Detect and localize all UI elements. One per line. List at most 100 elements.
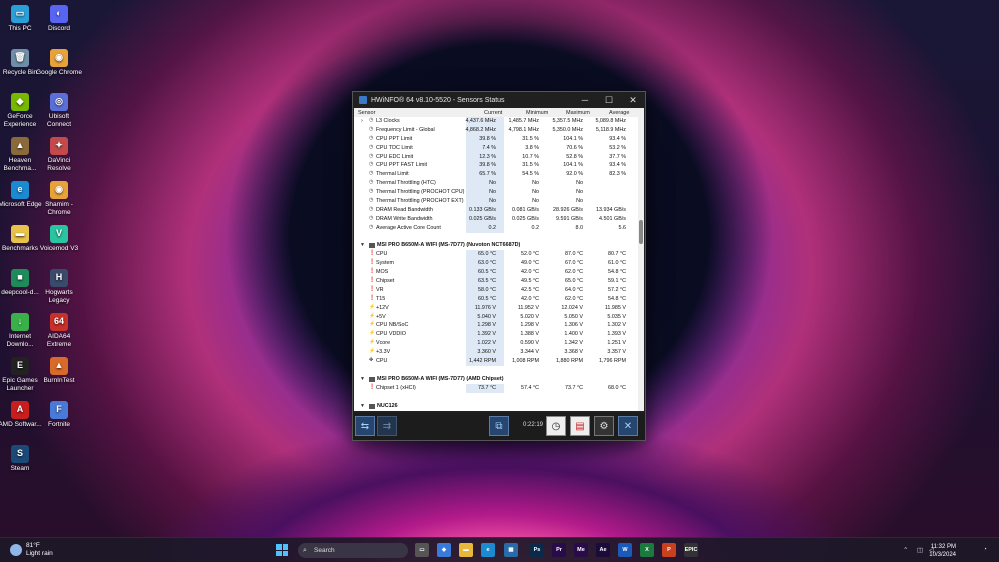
vertical-scrollbar[interactable] (638, 108, 644, 411)
sensor-row[interactable]: ◷ Thermal Throttling (HTC) No No No (354, 179, 640, 189)
sensor-row[interactable]: ◷ CPU PPT Limit 39.8 % 31.5 % 104.1 % 93.4 % (354, 134, 640, 144)
temperature-icon: ❗ (369, 285, 376, 292)
sensor-row[interactable]: ◷ Frequency Limit - Global 4,868.2 MHz 4,79… (354, 125, 640, 135)
sensor-row[interactable]: ✤ CPU 1,442 RPM 1,008 RPM 1,880 RPM 1,796 RPM (354, 357, 640, 366)
sensor-row[interactable]: ❗ System 63.0 °C 49.0 °C 67.0 °C 61.0 °C (354, 259, 640, 269)
desktop-icon[interactable]: ✦ DaVinci Resolve (36, 137, 82, 172)
maximize-button[interactable]: ☐ (597, 92, 621, 108)
sensor-row[interactable]: ⚡ CPU NB/SoC 1.298 V 1.298 V 1.306 V 1.302 V (354, 321, 640, 331)
column-average[interactable]: Average (609, 110, 629, 116)
switch-layout-button[interactable]: ⇉ (377, 416, 397, 436)
hwinfo-app-icon (359, 96, 367, 104)
network-button[interactable]: ⧉ (489, 416, 509, 436)
column-minimum[interactable]: Minimum (526, 110, 548, 116)
start-button[interactable] (276, 544, 288, 556)
close-sensors-button[interactable]: ✕ (618, 416, 638, 436)
sensor-group-header[interactable]: ▼ MSI PRO B650M-A WIFI (MS-7D77) (AMD Chi… (354, 375, 640, 384)
expand-arrow-icon[interactable]: › (361, 118, 363, 124)
sensor-row[interactable]: ❗ T15 60.5 °C 42.0 °C 62.0 °C 54.8 °C (354, 294, 640, 304)
column-current[interactable]: Current (484, 110, 502, 116)
minimum-value: No (532, 189, 539, 196)
desktop-icon[interactable]: ◉ Shamim - Chrome (36, 181, 82, 216)
sensor-row[interactable]: ◷ Average Active Core Count 0.2 0.2 8.0 5.6 (354, 223, 640, 233)
minimum-value: 0.2 (531, 224, 540, 231)
sensor-row[interactable]: ⚡ +12V 11.976 V 11.952 V 12.024 V 11.985 V (354, 303, 640, 313)
sensor-row[interactable]: ⚡ Vcore 1.022 V 0.590 V 1.342 V 1.251 V (354, 339, 640, 349)
minimum-value: 42.0 °C (520, 295, 539, 302)
maximum-value: 12.024 V (561, 304, 583, 311)
taskbar-app-icon[interactable]: P (662, 543, 676, 557)
file-explorer-icon[interactable]: ▬ (459, 543, 473, 557)
minimum-value: 1.388 V (520, 331, 539, 338)
store-taskbar-icon[interactable]: ▦ (504, 543, 518, 557)
desktop-icon[interactable]: ▲ BurnInTest (36, 357, 82, 385)
sensor-row[interactable]: ❗ Chipset 1 (xHCI) 73.7 °C 57.4 °C 73.7 °C 68… (354, 383, 640, 393)
minimum-value: 49.0 °C (520, 260, 539, 267)
settings-button[interactable]: ⚙ (594, 416, 614, 436)
sensor-row[interactable]: ◷ CPU EDC Limit 12.3 % 10.7 % 52.8 % 37.7 % (354, 152, 640, 162)
sensor-row[interactable]: ❗ Chipset 63.5 °C 49.5 °C 65.0 °C 59.1 °C (354, 277, 640, 286)
voltage-icon: ⚡ (369, 348, 376, 355)
sensor-group-header[interactable]: ▼ NUC126 (354, 402, 640, 411)
scrollbar-thumb[interactable] (639, 220, 643, 244)
sensor-row[interactable]: ⚡ +5V 5.040 V 5.020 V 5.050 V 5.035 V (354, 312, 640, 322)
column-maximum[interactable]: Maximum (566, 110, 590, 116)
clock-button[interactable]: ◷ (546, 416, 566, 436)
taskbar-app-icon[interactable]: EPIC (684, 543, 698, 557)
weather-widget[interactable]: 81°F Light rain (10, 542, 53, 558)
maximum-value: 28.926 GB/s (553, 206, 583, 213)
system-clock[interactable]: 11:32 PM 10/3/2024 (929, 543, 956, 559)
collapse-arrow-icon[interactable]: ▼ (360, 242, 365, 248)
desktop-icon[interactable]: H Hogwarts Legacy (36, 269, 82, 304)
copilot-icon[interactable]: ◆ (437, 543, 451, 557)
edge-taskbar-icon[interactable]: e (481, 543, 495, 557)
network-tray-icon[interactable]: ◫ (917, 546, 923, 554)
close-button[interactable]: ✕ (621, 92, 645, 108)
sensor-group-header[interactable]: ▼ MSI PRO B650M-A WIFI (MS-7D77) (Nuvoton… (354, 241, 640, 250)
sensor-row[interactable]: ◷ Thermal Limit 65.7 % 54.5 % 92.0 % 82.3 % (354, 170, 640, 180)
sensor-row[interactable]: ◷ DRAM Write Bandwidth 0.025 GB/s 0.025 GB/… (354, 214, 640, 224)
search-box[interactable]: ⌕ Search (298, 543, 408, 558)
sensor-row[interactable]: ◷ CPU TDC Limit 7.4 % 3.8 % 70.6 % 53.2 % (354, 143, 640, 153)
desktop-icon[interactable]: S Steam (0, 445, 43, 473)
taskbar-app-icon[interactable]: Ps (530, 543, 544, 557)
taskbar-app-icon[interactable]: X (640, 543, 654, 557)
collapse-arrow-icon[interactable]: ▼ (360, 403, 365, 409)
sensor-row[interactable]: ◷ DRAM Read Bandwidth 0.133 GB/s 0.081 GB/s… (354, 205, 640, 215)
desktop-icon[interactable]: 64 AIDA64 Extreme (36, 313, 82, 348)
sensor-row[interactable]: › ◷ L3 Clocks 4,437.6 MHz 1,485.7 MHz 5,357.5… (354, 117, 640, 126)
sensor-row[interactable]: ❗ CPU 65.0 °C 52.0 °C 87.0 °C 80.7 °C (354, 250, 640, 260)
taskbar-app-icon[interactable]: W (618, 543, 632, 557)
desktop-icon[interactable]: V Voicemod V3 (36, 225, 82, 253)
taskbar-app-icon[interactable]: Me (574, 543, 588, 557)
sensor-row[interactable]: ⚡ CPU VDDIO 1.392 V 1.388 V 1.400 V 1.393 V (354, 330, 640, 340)
sensor-name: +12V (376, 304, 389, 311)
desktop-icon[interactable]: ◉ Google Chrome (36, 49, 82, 77)
logging-button[interactable]: ▤ (570, 416, 590, 436)
desktop-icon[interactable]: ◎ Ubisoft Connect (36, 93, 82, 128)
sensor-row[interactable]: ◷ Thermal Throttling (PROCHOT EXT) No No No (354, 197, 640, 206)
sensor-name: Thermal Limit (376, 171, 409, 178)
average-value: 37.7 % (609, 153, 626, 160)
desktop-icon[interactable]: F Fortnite (36, 401, 82, 429)
sensor-name: Average Active Core Count (376, 224, 441, 231)
expand-collapse-button[interactable]: ⇆ (355, 416, 375, 436)
sensor-row[interactable]: ⚡ +3.3V 3.360 V 3.344 V 3.368 V 3.357 V (354, 348, 640, 358)
collapse-arrow-icon[interactable]: ▼ (360, 376, 365, 382)
minimize-button[interactable]: ─ (573, 92, 597, 108)
hwinfo-window[interactable]: HWiNFO® 64 v8.10-5520 - Sensors Status ─… (352, 91, 646, 441)
taskbar-app-icon[interactable]: Pr (552, 543, 566, 557)
tray-overflow-icon[interactable]: ⌃ (903, 546, 908, 554)
task-view-button[interactable]: ▭ (415, 543, 429, 557)
sensor-table[interactable]: › ◷ L3 Clocks 4,437.6 MHz 1,485.7 MHz 5,357.5… (354, 117, 640, 411)
sensor-row[interactable]: ◷ Thermal Throttling (PROCHOT CPU) No No No (354, 188, 640, 198)
sensor-name: Vcore (376, 340, 391, 347)
notification-bell-icon[interactable]: ◔ (983, 546, 987, 553)
sensor-row[interactable]: ❗ VR 58.0 °C 42.5 °C 64.0 °C 57.2 °C (354, 285, 640, 295)
title-bar[interactable]: HWiNFO® 64 v8.10-5520 - Sensors Status ─… (353, 92, 645, 108)
taskbar-app-icon[interactable]: Ae (596, 543, 610, 557)
desktop-icon[interactable]: ◐ Discord (36, 5, 82, 33)
column-sensor[interactable]: Sensor (358, 110, 375, 116)
sensor-row[interactable]: ❗ MOS 60.5 °C 42.0 °C 62.0 °C 54.8 °C (354, 268, 640, 278)
sensor-row[interactable]: ◷ CPU PPT FAST Limit 39.8 % 31.5 % 104.1 % 93… (354, 161, 640, 171)
